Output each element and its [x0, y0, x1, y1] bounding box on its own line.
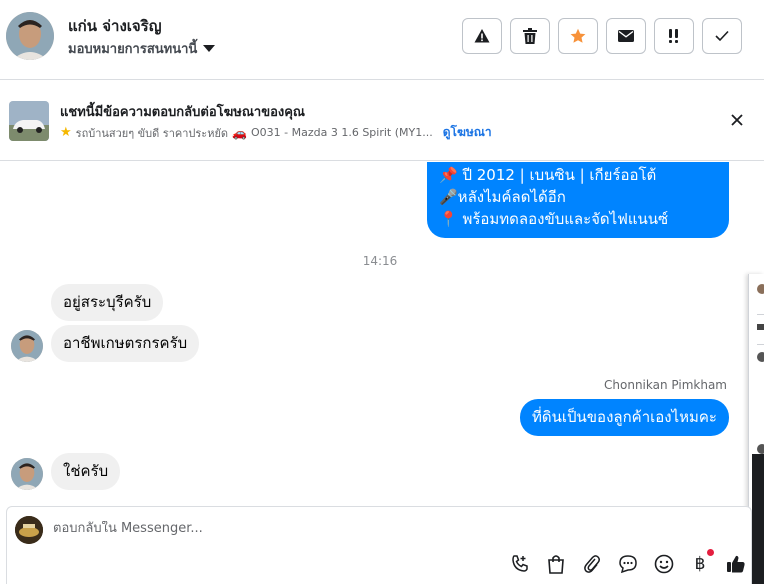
listing-line: 📍 พร้อมทดลองขับและจัดไฟแนนซ์	[439, 210, 669, 228]
composer-toolbar: ฿	[509, 549, 747, 575]
conversation-header: แก่น จ่างเจริญ มอบหมายการสนทนานี้	[0, 0, 764, 80]
view-ad-link[interactable]: ดูโฆษณา	[443, 123, 492, 142]
conversation-actions	[462, 18, 742, 54]
star-icon: ★	[60, 125, 72, 140]
message-thread: 📌 ปี 2012 | เบนซิน | เกียร์ออโต้ 🎤หลังไม…	[0, 162, 752, 506]
incoming-message[interactable]: อยู่สระบุรีครับ	[51, 284, 164, 321]
mark-unread-button[interactable]	[606, 18, 646, 54]
incoming-message[interactable]: ใช่ครับ	[51, 453, 121, 490]
emoji-icon	[654, 554, 674, 574]
outgoing-listing-message[interactable]: 📌 ปี 2012 | เบนซิน | เกียร์ออโต้ 🎤หลังไม…	[427, 162, 729, 238]
listing-line: 📌 ปี 2012 | เบนซิน | เกียร์ออโต้	[439, 166, 657, 184]
mark-done-button[interactable]	[702, 18, 742, 54]
star-button[interactable]	[558, 18, 598, 54]
attach-button[interactable]	[581, 553, 603, 575]
message-timestamp: 14:16	[362, 254, 398, 268]
reply-input[interactable]	[53, 521, 653, 536]
bag-icon	[548, 555, 564, 574]
contact-avatar	[11, 330, 43, 362]
contact-name[interactable]: แก่น จ่างเจริญ	[68, 14, 162, 38]
like-button[interactable]	[725, 553, 747, 575]
divider	[757, 344, 764, 345]
reply-composer: ฿	[6, 506, 752, 584]
baht-icon: ฿	[694, 554, 706, 574]
contact-avatar[interactable]	[6, 12, 54, 60]
assign-label: มอบหมายการสนทนานี้	[68, 42, 198, 57]
ad-banner-details: ★ รถบ้านสวยๆ ขับดี ราคาประหยัด 🚗 O031 - …	[60, 123, 492, 142]
emoji-button[interactable]	[653, 553, 675, 575]
caret-down-icon	[203, 45, 216, 52]
avatar	[757, 284, 764, 294]
envelope-icon	[618, 30, 634, 42]
shop-button[interactable]	[545, 553, 567, 575]
trash-icon	[523, 28, 537, 44]
call-icon	[512, 555, 528, 572]
report-button[interactable]	[462, 18, 502, 54]
priority-icon	[669, 29, 678, 43]
list-icon	[757, 324, 764, 330]
thumbs-up-icon	[727, 555, 745, 573]
side-panel-dark-section	[752, 454, 764, 584]
delete-button[interactable]	[510, 18, 550, 54]
notification-dot	[707, 549, 714, 556]
checkmark-icon	[715, 30, 729, 42]
assign-conversation-dropdown[interactable]: มอบหมายการสนทนานี้	[68, 38, 216, 59]
car-icon: 🚗	[232, 125, 247, 140]
warning-icon	[474, 29, 490, 43]
outgoing-message[interactable]: ที่ดินเป็นของลูกค้าเองไหมคะ	[520, 399, 729, 436]
avatar	[757, 352, 764, 362]
incoming-message[interactable]: อาชีพเกษตรกรครับ	[51, 325, 200, 362]
ad-thumbnail[interactable]	[9, 101, 49, 141]
ad-reply-banner: แชทนี้มีข้อความตอบกลับต่อโฆษณาของคุณ ★ ร…	[0, 81, 764, 161]
ad-banner-title: แชทนี้มีข้อความตอบกลับต่อโฆษณาของคุณ	[60, 105, 305, 120]
ad-name: O031 - Mazda 3 1.6 Spirit (MY1...	[251, 126, 433, 139]
contact-avatar	[11, 458, 43, 490]
payment-button[interactable]: ฿	[689, 549, 714, 575]
divider	[757, 314, 764, 315]
listing-line: 🎤หลังไมค์ลดได้อีก	[439, 188, 566, 206]
call-button[interactable]	[509, 553, 531, 575]
close-icon[interactable]	[728, 111, 746, 129]
paperclip-icon	[584, 555, 600, 573]
sender-name: Chonnikan Pimkham	[604, 378, 727, 392]
saved-reply-icon	[619, 555, 637, 574]
page-avatar	[15, 516, 43, 544]
follow-up-button[interactable]	[654, 18, 694, 54]
star-icon	[570, 28, 586, 43]
page-name: รถบ้านสวยๆ ขับดี ราคาประหยัด	[75, 126, 229, 140]
saved-replies-button[interactable]	[617, 553, 639, 575]
avatar	[757, 444, 764, 454]
